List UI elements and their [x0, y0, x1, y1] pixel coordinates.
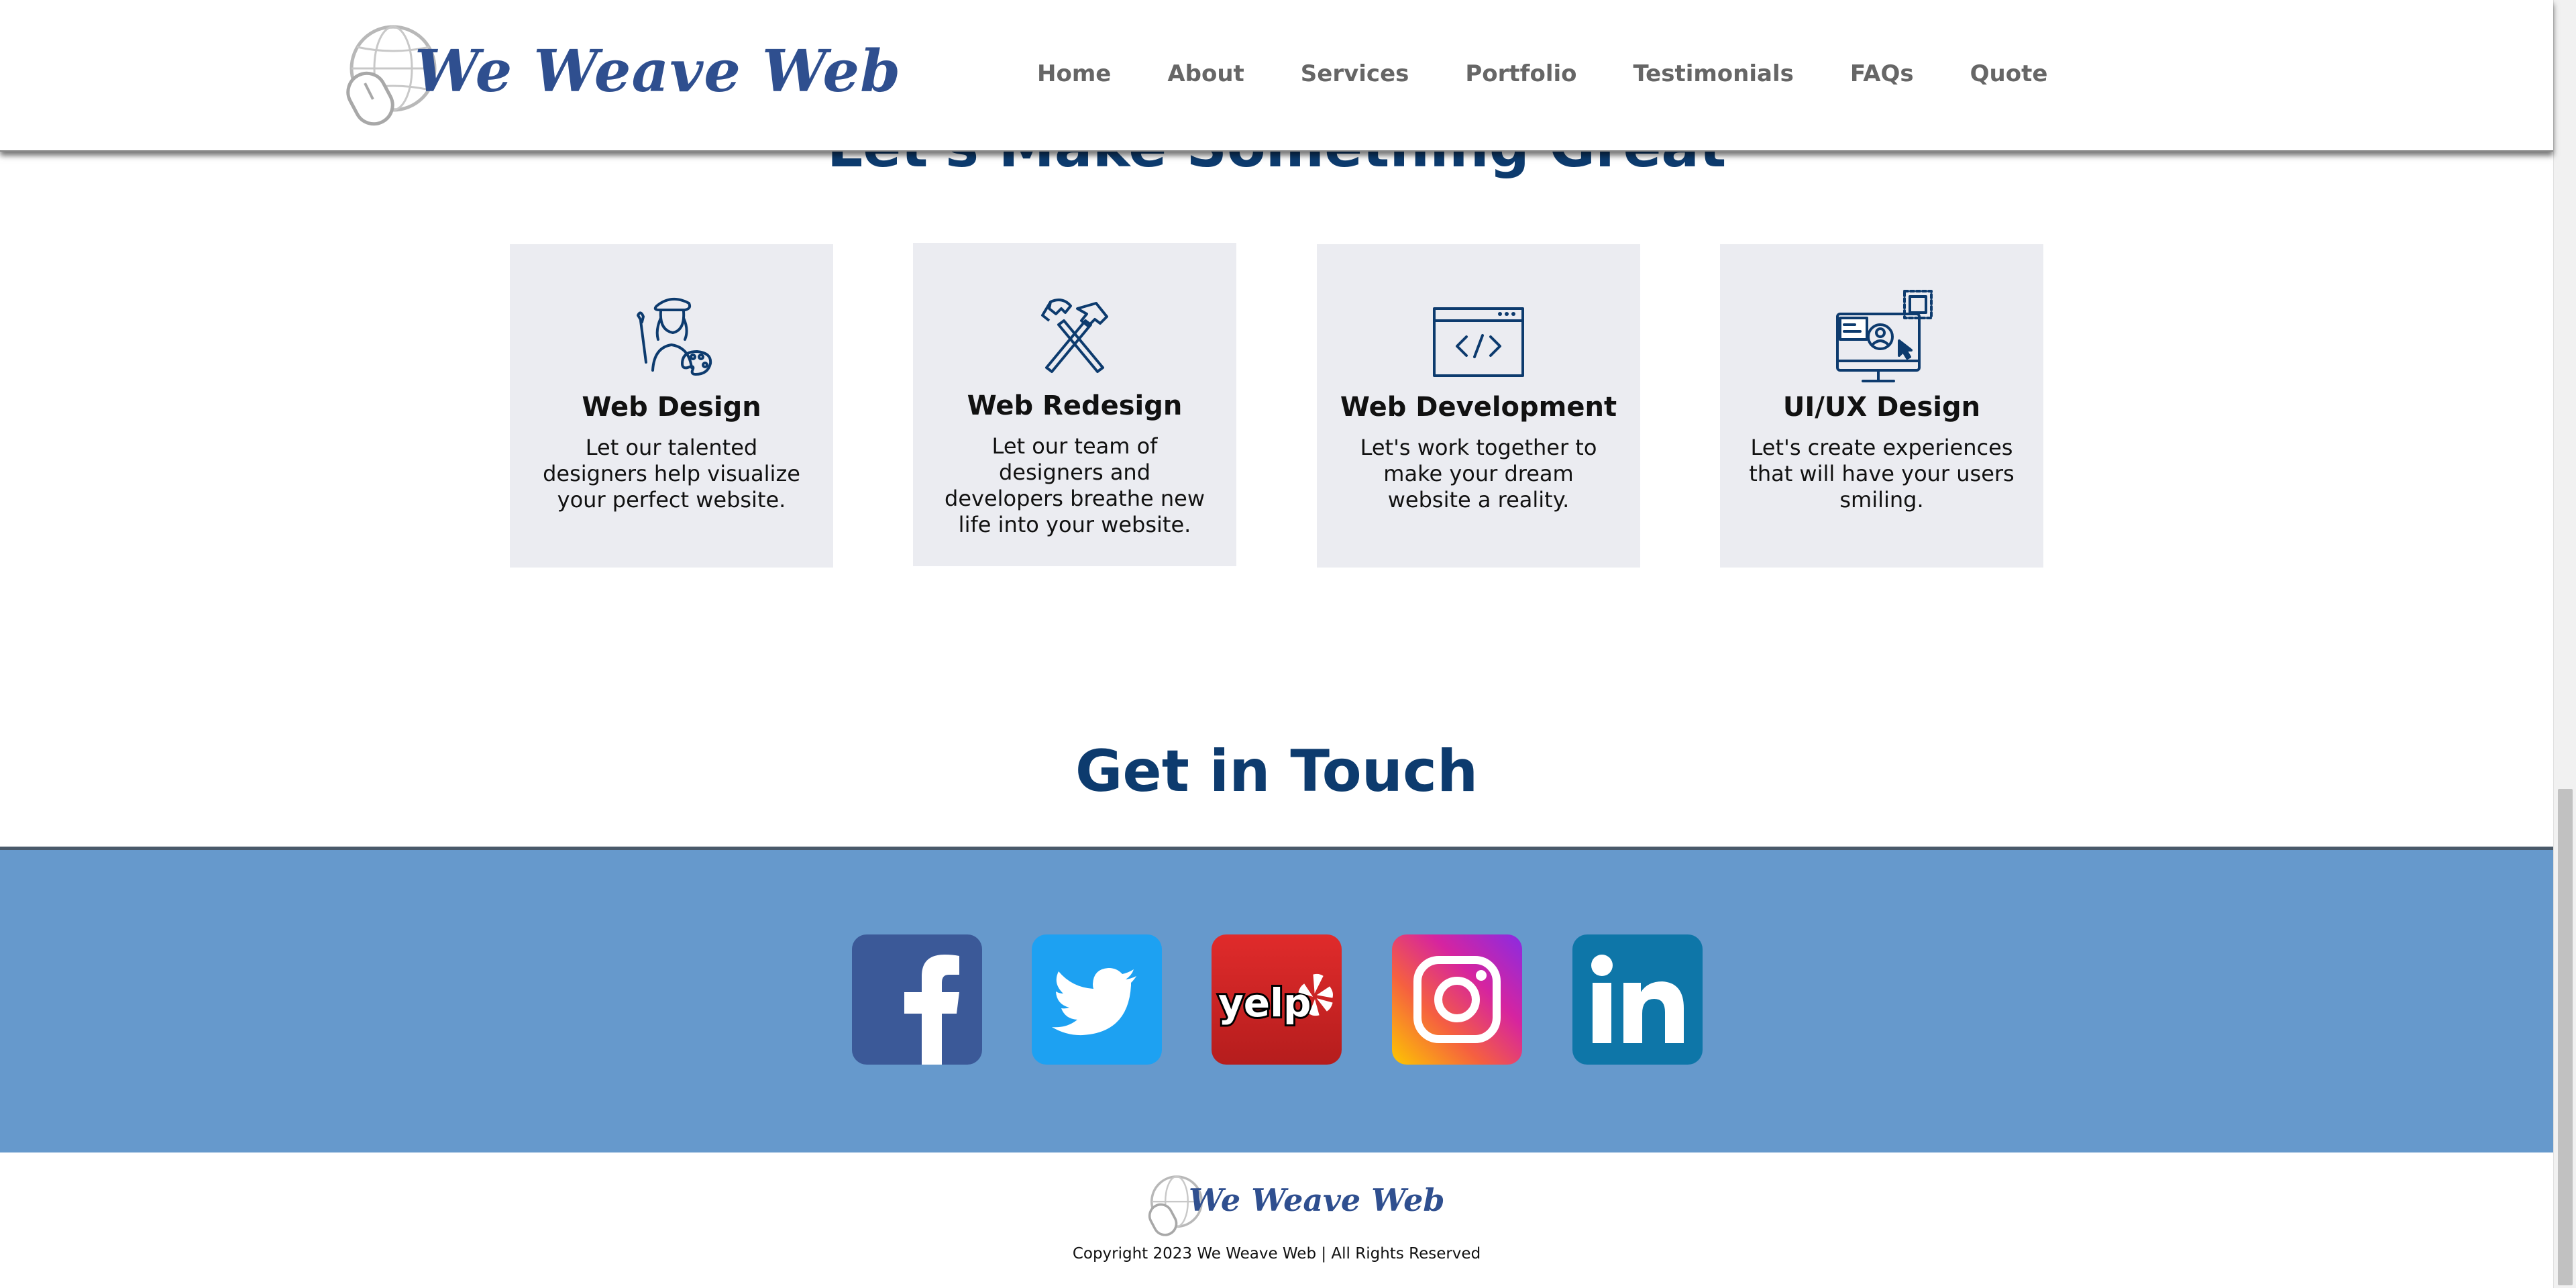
code-window-icon [1433, 307, 1524, 377]
service-card-web-redesign[interactable]: Web Redesign Let our team of designers a… [913, 243, 1236, 566]
card-title: UI/UX Design [1782, 392, 1981, 423]
instagram-icon [1392, 934, 1522, 1065]
nav-quote[interactable]: Quote [1970, 60, 2048, 87]
linkedin-icon [1572, 934, 1703, 1065]
twitter-icon [1032, 934, 1162, 1065]
social-links-band: yelp [0, 847, 2553, 1152]
card-description: Let our team of designers and developers… [945, 433, 1205, 537]
card-title: Web Development [1340, 392, 1617, 423]
hammers-icon [1041, 299, 1108, 373]
footer-logo-text: We Weave Web [1189, 1182, 1445, 1218]
service-card-web-design[interactable]: Web Design Let our talented designers he… [510, 244, 833, 568]
nav-about[interactable]: About [1167, 60, 1244, 87]
scrollbar-thumb[interactable] [2558, 789, 2573, 1285]
site-header: We Weave Web Home About Services Portfol… [0, 0, 2553, 152]
main-nav: Home About Services Portfolio Testimonia… [1037, 60, 2047, 87]
facebook-icon [852, 934, 982, 1065]
nav-faqs[interactable]: FAQs [1850, 60, 1914, 87]
card-description: Let our talented designers help visualiz… [543, 435, 800, 513]
yelp-link[interactable]: yelp [1212, 934, 1342, 1065]
twitter-link[interactable] [1032, 934, 1162, 1065]
svg-text:yelp: yelp [1218, 980, 1311, 1026]
site-logo[interactable]: We Weave Web [339, 20, 900, 127]
card-title: Web Design [582, 392, 761, 423]
yelp-icon: yelp [1212, 934, 1342, 1065]
card-title: Web Redesign [967, 390, 1183, 421]
logo-text: We Weave Web [415, 38, 902, 105]
nav-testimonials[interactable]: Testimonials [1633, 60, 1794, 87]
artist-icon [637, 298, 712, 376]
facebook-link[interactable] [852, 934, 982, 1065]
nav-home[interactable]: Home [1037, 60, 1111, 87]
page-scrollbar[interactable] [2553, 0, 2576, 1288]
card-description: Let's work together to make your dream w… [1360, 435, 1597, 513]
ui-monitor-icon [1836, 290, 1933, 382]
linkedin-link[interactable] [1572, 934, 1703, 1065]
copyright-text: Copyright 2023 We Weave Web | All Rights… [1072, 1245, 1481, 1263]
service-card-web-development[interactable]: Web Development Let's work together to m… [1317, 244, 1640, 568]
instagram-link[interactable] [1392, 934, 1522, 1065]
page: We Weave Web Home About Services Portfol… [0, 0, 2553, 1288]
service-card-ui-ux-design[interactable]: UI/UX Design Let's create experiences th… [1720, 244, 2043, 568]
nav-portfolio[interactable]: Portfolio [1465, 60, 1576, 87]
card-description: Let's create experiences that will have … [1749, 435, 2015, 513]
get-in-touch-heading: Get in Touch [1075, 738, 1479, 805]
nav-services[interactable]: Services [1301, 60, 1409, 87]
footer-logo[interactable]: We Weave Web [1144, 1173, 1445, 1240]
site-footer: We Weave Web Copyright 2023 We Weave Web… [0, 1152, 2553, 1288]
